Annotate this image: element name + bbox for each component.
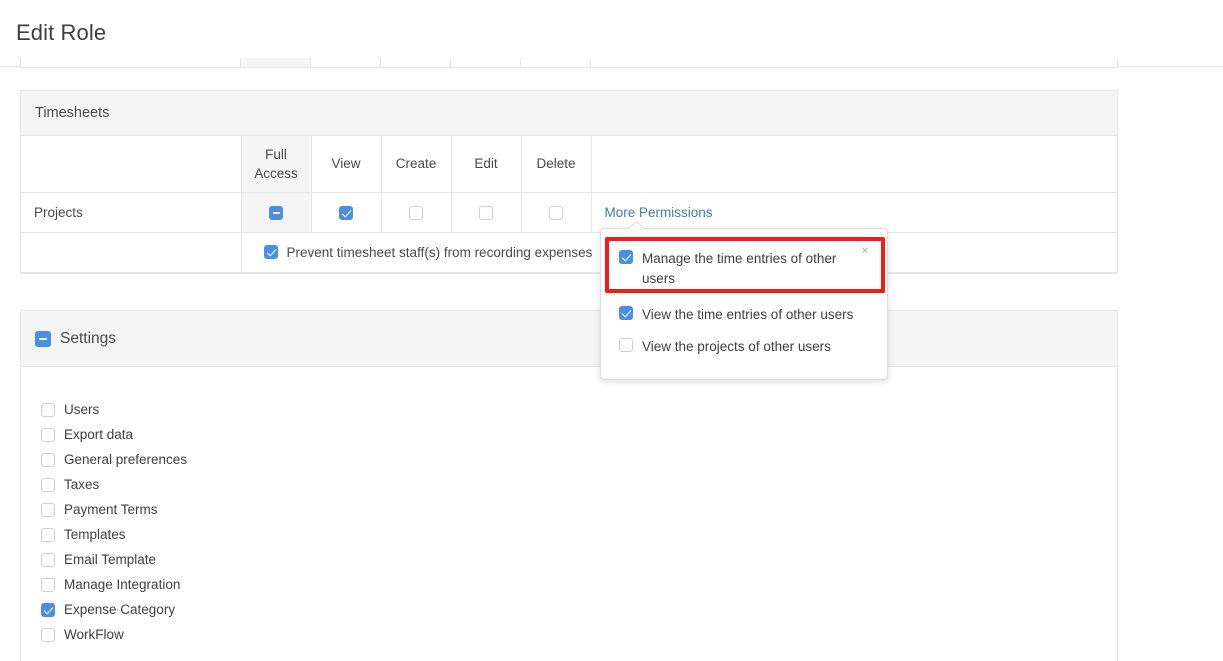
- header-cell-full-access: Full Access: [241, 136, 311, 192]
- setting-label-export-data: Export data: [64, 427, 133, 442]
- popover-item-view-projects[interactable]: View the projects of other users: [601, 331, 887, 363]
- setting-label-expense-category: Expense Category: [64, 602, 175, 617]
- header-cell-more: [591, 136, 1117, 192]
- clipped-cell-full-access: [240, 58, 310, 67]
- table-note-row: Prevent timesheet staff(s) from recordin…: [21, 232, 1117, 272]
- row-label-projects: Projects: [21, 192, 241, 232]
- popover-arrow-icon: [630, 221, 645, 229]
- table-header-row: Full Access View Create Edit Delete: [21, 136, 1117, 192]
- settings-title: Settings: [60, 330, 116, 348]
- setting-label-templates: Templates: [64, 527, 126, 542]
- clipped-cell-more: [590, 58, 1118, 67]
- list-item[interactable]: General preferences: [41, 447, 1117, 472]
- header-cell-view: View: [311, 136, 381, 192]
- clipped-cell-create: [380, 58, 450, 67]
- setting-label-payment-terms: Payment Terms: [64, 502, 158, 517]
- checkbox-workflow[interactable]: [41, 628, 55, 642]
- cell-view[interactable]: [311, 192, 381, 232]
- setting-label-general-preferences: General preferences: [64, 452, 187, 467]
- page-header: Edit Role: [0, 0, 1223, 67]
- header-cell-delete: Delete: [521, 136, 591, 192]
- setting-label-email-template: Email Template: [64, 552, 156, 567]
- checkbox-templates[interactable]: [41, 528, 55, 542]
- page-title: Edit Role: [16, 20, 106, 46]
- cell-more-permissions[interactable]: More Permissions: [591, 192, 1117, 232]
- edit-role-page: Edit Role Timesheets Full Access View C: [0, 0, 1223, 661]
- popover-label-manage-time-entries: Manage the time entries of other users: [642, 249, 838, 289]
- timesheets-permissions-table: Full Access View Create Edit Delete Proj…: [21, 136, 1117, 273]
- cell-delete[interactable]: [521, 192, 591, 232]
- list-item[interactable]: Users: [41, 397, 1117, 422]
- setting-label-workflow: WorkFlow: [64, 627, 124, 642]
- setting-label-taxes: Taxes: [64, 477, 99, 492]
- setting-label-users: Users: [64, 402, 99, 417]
- list-item[interactable]: Payment Terms: [41, 497, 1117, 522]
- settings-panel-header: Settings: [21, 311, 1117, 367]
- checkbox-manage-time-entries-other-users[interactable]: [619, 250, 633, 264]
- popover-label-view-time-entries: View the time entries of other users: [642, 305, 853, 325]
- clipped-cell-view: [310, 58, 380, 67]
- popover-item-list: Manage the time entries of other users V…: [601, 229, 887, 379]
- checkbox-settings-section[interactable]: [35, 331, 51, 347]
- popover-label-view-projects: View the projects of other users: [642, 337, 831, 357]
- settings-panel: Settings Users Export data General prefe…: [20, 310, 1118, 661]
- list-item[interactable]: Templates: [41, 522, 1117, 547]
- more-permissions-popover: × Manage the time entries of other users…: [600, 228, 888, 380]
- clipped-table-above: [20, 58, 1118, 68]
- checkbox-general-preferences[interactable]: [41, 453, 55, 467]
- header-cell-create: Create: [381, 136, 451, 192]
- checkbox-view-projects-other-users[interactable]: [619, 338, 633, 352]
- checkbox-users[interactable]: [41, 403, 55, 417]
- popover-item-manage-time-entries[interactable]: Manage the time entries of other users: [601, 239, 887, 299]
- checkbox-taxes[interactable]: [41, 478, 55, 492]
- clipped-cell-edit: [450, 58, 520, 67]
- checkbox-prevent-timesheet-expenses[interactable]: [264, 245, 278, 259]
- checkbox-view-projects[interactable]: [339, 206, 353, 220]
- note-row-blank: [21, 232, 241, 272]
- checkbox-full-access-projects[interactable]: [269, 206, 283, 220]
- header-cell-blank: [21, 136, 241, 192]
- list-item[interactable]: Expense Category: [41, 597, 1117, 622]
- checkbox-payment-terms[interactable]: [41, 503, 55, 517]
- setting-label-manage-integration: Manage Integration: [64, 577, 180, 592]
- timesheets-panel: Timesheets Full Access View Create Edit …: [20, 90, 1118, 274]
- timesheets-panel-header: Timesheets: [21, 91, 1117, 136]
- checkbox-manage-integration[interactable]: [41, 578, 55, 592]
- table-row: Projects: [21, 192, 1117, 232]
- checkbox-expense-category[interactable]: [41, 603, 55, 617]
- settings-list: Users Export data General preferences Ta…: [21, 367, 1117, 661]
- cell-edit[interactable]: [451, 192, 521, 232]
- header-cell-edit: Edit: [451, 136, 521, 192]
- cell-create[interactable]: [381, 192, 451, 232]
- timesheets-title: Timesheets: [35, 105, 109, 121]
- checkbox-create-projects[interactable]: [409, 206, 423, 220]
- close-icon[interactable]: ×: [861, 243, 869, 257]
- clipped-cell-delete: [520, 58, 590, 67]
- list-item[interactable]: Taxes: [41, 472, 1117, 497]
- more-permissions-link[interactable]: More Permissions: [605, 205, 713, 220]
- list-item[interactable]: Manage Integration: [41, 572, 1117, 597]
- list-item[interactable]: Export data: [41, 422, 1117, 447]
- checkbox-delete-projects[interactable]: [549, 206, 563, 220]
- list-item[interactable]: WorkFlow: [41, 622, 1117, 647]
- checkbox-edit-projects[interactable]: [479, 206, 493, 220]
- cell-full-access[interactable]: [241, 192, 311, 232]
- checkbox-export-data[interactable]: [41, 428, 55, 442]
- checkbox-view-time-entries-other-users[interactable]: [619, 306, 633, 320]
- popover-item-view-time-entries[interactable]: View the time entries of other users: [601, 299, 887, 331]
- list-item[interactable]: Email Template: [41, 547, 1117, 572]
- checkbox-email-template[interactable]: [41, 553, 55, 567]
- note-label-prevent-expenses: Prevent timesheet staff(s) from recordin…: [287, 245, 593, 260]
